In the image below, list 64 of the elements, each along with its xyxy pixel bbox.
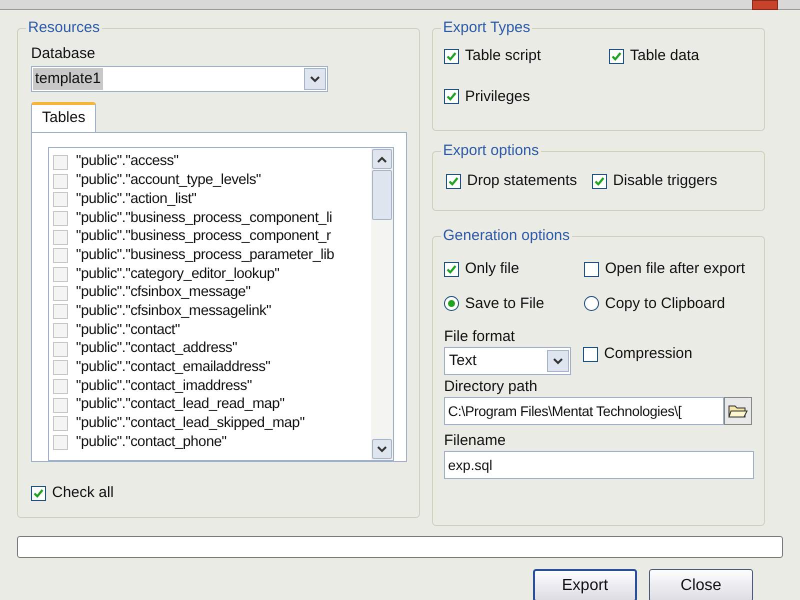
field-label: File format — [444, 327, 516, 347]
directory-path-field[interactable]: C:\Program Files\Mentat Technologies\[ — [444, 397, 724, 425]
caret-up-icon — [377, 156, 387, 162]
checkbox[interactable] — [444, 262, 459, 277]
table-name: "public"."contact" — [76, 320, 180, 340]
dropdown-button[interactable] — [547, 350, 569, 372]
checkbox-label: Only file — [465, 259, 520, 279]
checkbox-label: Drop statements — [467, 171, 578, 191]
table-name: "public"."account_type_levels" — [76, 171, 261, 190]
field-label: Database — [31, 44, 96, 64]
caret-icon — [310, 76, 320, 82]
table-name: "public"."contact_imaddress" — [76, 376, 252, 396]
browse-button[interactable] — [724, 397, 752, 425]
checkbox[interactable] — [584, 262, 599, 277]
checkbox-label: Table data — [630, 46, 700, 66]
folder-icon — [728, 403, 748, 419]
checkbox[interactable] — [31, 486, 46, 501]
scroll-up-button[interactable] — [372, 149, 392, 169]
checkbox-label: Table script — [465, 46, 541, 66]
table-name: "public"."category_editor_lookup" — [76, 264, 280, 284]
close-button[interactable] — [752, 0, 778, 10]
checkbox[interactable] — [592, 174, 608, 189]
group-title: Generation options — [441, 226, 572, 246]
checkbox[interactable] — [446, 174, 461, 189]
scroll-thumb[interactable] — [372, 170, 392, 220]
table-name: "public"."contact_emailaddress" — [76, 358, 270, 378]
caret-down-icon — [377, 446, 387, 452]
field-label: Directory path — [444, 377, 538, 397]
table-name: "public"."contact_phone" — [76, 432, 226, 452]
table-name: "public"."cfsinbox_message" — [76, 283, 250, 302]
file-format-dropdown[interactable]: Text — [444, 347, 571, 375]
tab[interactable]: Tables — [31, 102, 96, 132]
group-title: Export options — [441, 141, 541, 161]
checkbox-label: Compression — [604, 344, 692, 364]
export-button[interactable]: Export — [533, 569, 637, 600]
table-name: "public"."access" — [76, 152, 179, 172]
table-name: "public"."contact_lead_skipped_map" — [76, 414, 305, 434]
database-dropdown[interactable]: template1 — [31, 66, 328, 92]
table-name: "public"."action_list" — [76, 190, 196, 209]
table-name: "public"."business_process_component_r — [76, 227, 331, 246]
checkbox-label: Disable triggers — [613, 171, 718, 191]
checkbox-label: Open file after export — [605, 259, 746, 279]
scrollbar[interactable] — [371, 148, 393, 460]
checkbox[interactable] — [583, 346, 598, 362]
checkbox[interactable] — [444, 48, 459, 64]
caret-icon — [553, 358, 563, 364]
field-label: Filename — [444, 431, 507, 451]
table-name: "public"."contact_address" — [76, 339, 238, 358]
checkbox[interactable] — [444, 89, 459, 104]
checkbox-label: Privileges — [465, 86, 530, 106]
table-name: "public"."business_process_parameter_lib — [76, 246, 334, 265]
scroll-down-button[interactable] — [372, 439, 392, 459]
radio-button[interactable] — [444, 296, 459, 312]
table-name: "public"."contact_lead_read_map" — [76, 395, 284, 414]
radio-label: Save to File — [465, 294, 544, 314]
checkbox-label: Check all — [52, 483, 114, 503]
radio-label: Copy to Clipboard — [605, 294, 726, 314]
dropdown-button[interactable] — [304, 68, 326, 90]
checkbox[interactable] — [609, 48, 624, 64]
radio-button[interactable] — [584, 296, 599, 312]
table-name: "public"."business_process_component_li — [76, 208, 332, 228]
filename-field[interactable]: exp.sql — [444, 451, 754, 479]
close-button[interactable]: Close — [649, 569, 753, 600]
table-name: "public"."cfsinbox_messagelink" — [76, 302, 272, 321]
